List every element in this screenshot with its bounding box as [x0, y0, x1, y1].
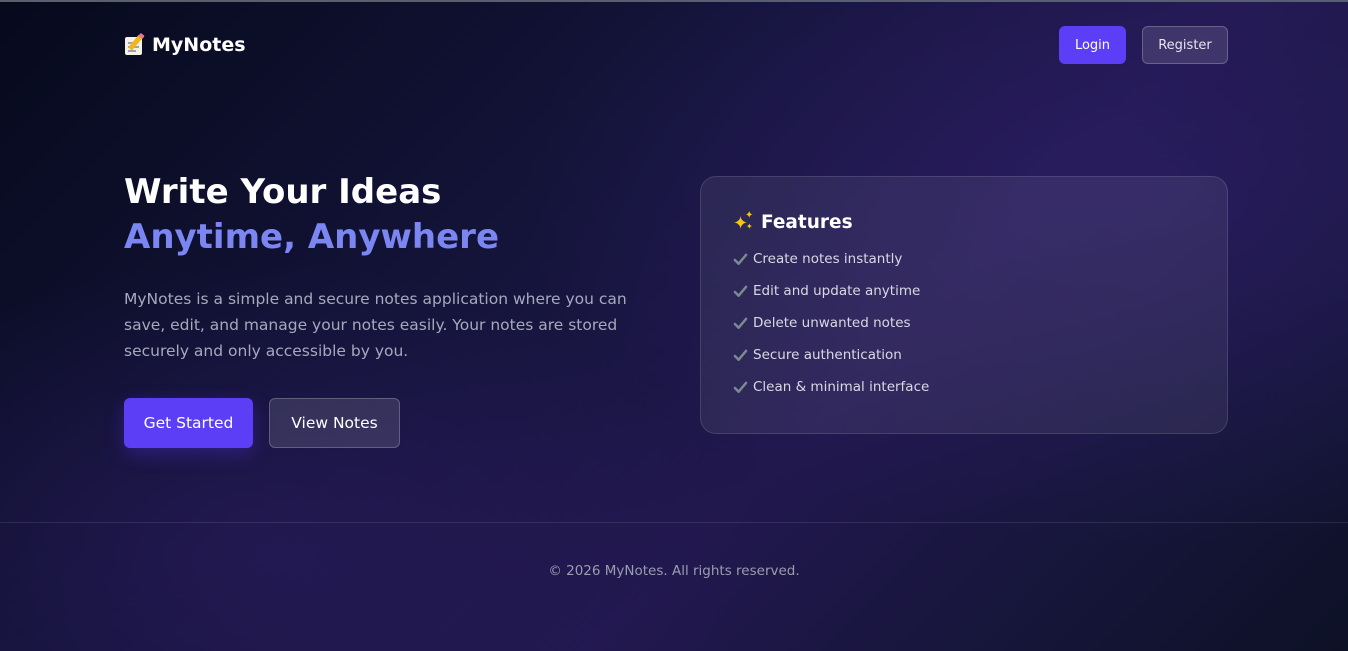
check-mark-icon	[733, 317, 748, 329]
feature-item: Create notes instantly	[733, 243, 1195, 275]
features-list: Create notes instantly Edit and update a…	[733, 243, 1195, 403]
hero-actions: Get Started View Notes	[124, 398, 664, 448]
site-footer: © 2026 MyNotes. All rights reserved.	[0, 563, 1348, 583]
features-card: ✦ ✦ ✦ Features Create notes instantly Ed…	[700, 176, 1228, 434]
features-heading: ✦ ✦ ✦ Features	[733, 211, 1195, 233]
check-mark-icon	[733, 381, 748, 393]
feature-item: Clean & minimal interface	[733, 371, 1195, 403]
top-border	[0, 0, 1348, 2]
hero-title: Write Your Ideas	[124, 172, 442, 212]
check-mark-icon	[733, 253, 748, 265]
login-button[interactable]: Login	[1059, 26, 1126, 64]
sparkles-icon: ✦ ✦ ✦	[733, 210, 754, 234]
hero-section: Write Your Ideas Anytime, Anywhere MyNot…	[124, 170, 664, 448]
hero-subtitle: Anytime, Anywhere	[124, 217, 500, 257]
feature-item: Edit and update anytime	[733, 275, 1195, 307]
memo-pencil-icon	[124, 32, 146, 56]
footer-divider	[0, 522, 1348, 523]
feature-item: Delete unwanted notes	[733, 307, 1195, 339]
brand-name: MyNotes	[152, 34, 246, 56]
feature-label: Create notes instantly	[753, 251, 903, 267]
brand-logo[interactable]: MyNotes	[124, 32, 246, 56]
register-button[interactable]: Register	[1142, 26, 1228, 64]
view-notes-button[interactable]: View Notes	[269, 398, 400, 448]
feature-item: Secure authentication	[733, 339, 1195, 371]
feature-label: Secure authentication	[753, 347, 902, 363]
hero-description: MyNotes is a simple and secure notes app…	[124, 290, 627, 360]
copyright-text: © 2026 MyNotes. All rights reserved.	[548, 563, 800, 579]
feature-label: Clean & minimal interface	[753, 379, 930, 395]
header-nav: Login Register	[1059, 26, 1228, 64]
features-title: Features	[761, 211, 853, 233]
get-started-button[interactable]: Get Started	[124, 398, 253, 448]
check-mark-icon	[733, 349, 748, 361]
check-mark-icon	[733, 285, 748, 297]
feature-label: Edit and update anytime	[753, 283, 921, 299]
feature-label: Delete unwanted notes	[753, 315, 911, 331]
site-header: MyNotes Login Register	[124, 26, 1228, 64]
